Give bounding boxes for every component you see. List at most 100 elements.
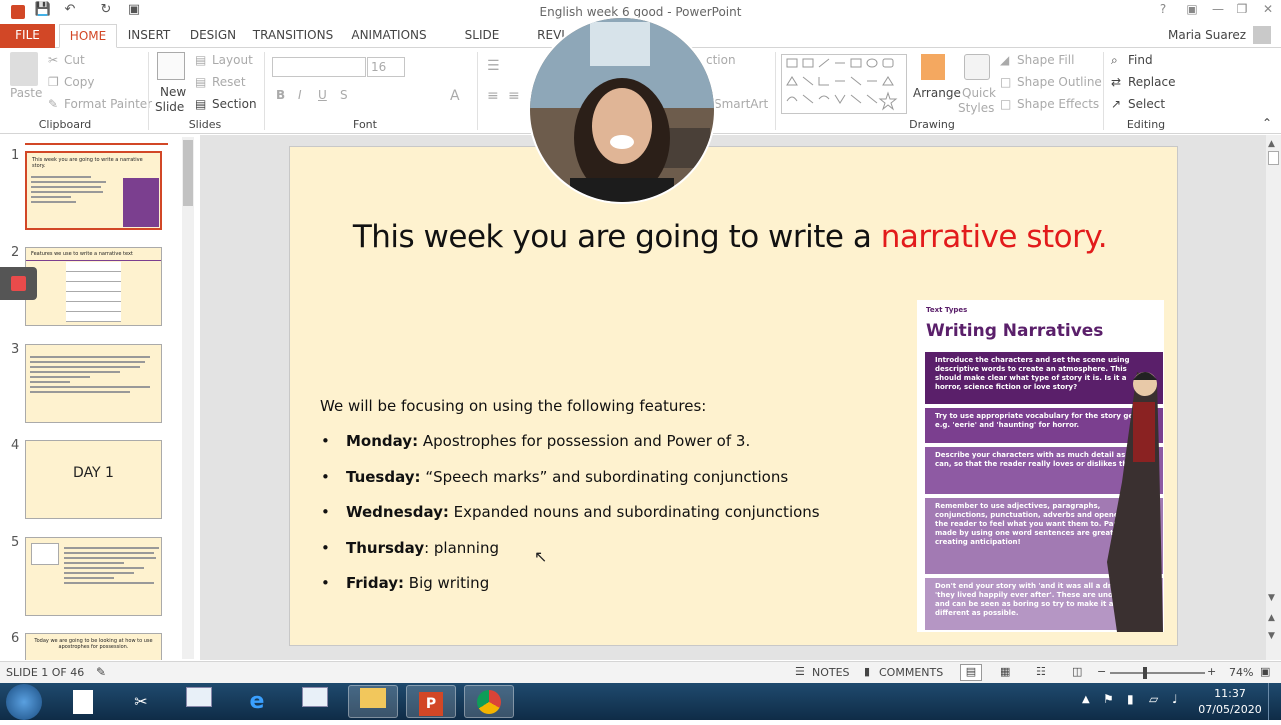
reading-view-icon[interactable]: ☷ — [1036, 665, 1046, 678]
slide-title[interactable]: This week you are going to write a narra… — [290, 219, 1170, 255]
slideshow-icon[interactable]: ◫ — [1072, 665, 1082, 678]
find-icon[interactable]: ⌕ — [1111, 53, 1118, 68]
new-slide-icon[interactable] — [157, 52, 185, 80]
replace-icon[interactable]: ⇄ — [1111, 75, 1121, 89]
zoom-in-icon[interactable]: + — [1207, 665, 1216, 678]
restore-icon[interactable]: ❐ — [1230, 2, 1254, 20]
thumbnail-scrollbar[interactable] — [182, 137, 194, 659]
normal-view-icon[interactable]: ▤ — [960, 664, 982, 681]
paste-icon[interactable] — [10, 52, 38, 86]
bullets-icon[interactable]: ☰ — [487, 58, 500, 74]
feature-item-tuesday[interactable]: Tuesday: “Speech marks” and subordinatin… — [346, 468, 788, 486]
taskbar-powerpoint-icon[interactable]: P — [406, 685, 456, 718]
convert-smartart-button[interactable]: SmartArt — [714, 97, 768, 111]
volume-icon[interactable]: ♩ — [1172, 692, 1178, 706]
align-left-icon[interactable]: ≡ — [487, 88, 499, 104]
tab-home[interactable]: HOME — [59, 24, 117, 48]
slide-thumbnail-1[interactable]: This week you are going to write a narra… — [25, 151, 162, 230]
close-icon[interactable]: ✕ — [1256, 2, 1280, 20]
slide-thumbnail-5[interactable] — [25, 537, 162, 616]
battery-icon[interactable]: ▮ — [1127, 692, 1134, 706]
zoom-slider-thumb[interactable] — [1143, 667, 1147, 679]
taskbar-snipping-icon[interactable]: ✂ — [116, 685, 166, 718]
slide-scrollbar[interactable]: ▲ ▼ ▲ ▼ — [1266, 135, 1281, 660]
collapse-ribbon-icon[interactable]: ⌃ — [1262, 116, 1272, 130]
quick-styles-label-2[interactable]: Styles — [958, 101, 994, 115]
taskbar-app2-icon[interactable] — [290, 685, 340, 718]
start-button[interactable] — [6, 684, 42, 720]
italic-button[interactable]: I — [298, 88, 302, 102]
tray-flag-icon[interactable]: ⚑ — [1103, 692, 1114, 706]
reset-button[interactable]: Reset — [212, 75, 246, 89]
taskbar-chrome-icon[interactable] — [464, 685, 514, 718]
clock-date[interactable]: 07/05/2020 — [1196, 703, 1264, 716]
shape-fill-icon[interactable]: ◢ — [1000, 53, 1009, 67]
taskbar-ie-icon[interactable]: e — [232, 685, 282, 718]
help-icon[interactable]: ? — [1151, 2, 1175, 20]
font-color-icon[interactable]: A — [450, 88, 460, 104]
section-button[interactable]: Section — [212, 97, 257, 111]
tab-transitions[interactable]: TRANSITIONS — [252, 24, 334, 48]
slide-thumbnail-2[interactable]: Features we use to write a narrative tex… — [25, 247, 162, 326]
shape-effects-icon[interactable]: □ — [1000, 97, 1011, 111]
new-slide-label-2[interactable]: Slide — [155, 100, 184, 114]
notes-button[interactable]: NOTES — [812, 666, 850, 679]
feature-item-wednesday[interactable]: Wednesday: Expanded nouns and subordinat… — [346, 503, 820, 521]
layout-icon[interactable]: ▤ — [195, 53, 206, 67]
slide-sorter-icon[interactable]: ▦ — [1000, 665, 1010, 678]
taskbar-file-icon[interactable] — [58, 685, 108, 718]
feature-item-thursday[interactable]: Thursday: planning — [346, 539, 499, 557]
shapes-gallery[interactable] — [781, 54, 907, 114]
quick-styles-icon[interactable] — [964, 54, 990, 80]
user-name[interactable]: Maria Suarez — [1168, 28, 1246, 42]
tab-slide-show[interactable]: SLIDE SHOW — [444, 24, 520, 64]
replace-button[interactable]: Replace — [1128, 75, 1175, 89]
slide-thumbnail-6[interactable]: Today we are going to be looking at how … — [25, 633, 162, 660]
shape-effects-button[interactable]: Shape Effects — [1017, 97, 1099, 111]
copy-icon[interactable]: ❐ — [48, 75, 59, 89]
previous-slide-icon[interactable]: ▲ — [1268, 613, 1275, 623]
cut-icon[interactable]: ✂ — [48, 53, 58, 67]
show-desktop-button[interactable] — [1268, 683, 1281, 720]
ribbon-display-icon[interactable]: ▣ — [1180, 2, 1204, 20]
new-slide-label-1[interactable]: New — [160, 85, 186, 99]
slide-thumbnail-4[interactable]: DAY 1 — [25, 440, 162, 519]
scroll-thumb[interactable] — [1268, 151, 1279, 165]
bold-button[interactable]: B — [276, 88, 285, 102]
slide-thumbnail-3[interactable] — [25, 344, 162, 423]
next-slide-icon[interactable]: ▼ — [1268, 631, 1275, 641]
scroll-up-icon[interactable]: ▲ — [1268, 139, 1275, 149]
zoom-slider[interactable] — [1110, 672, 1205, 674]
align-center-icon[interactable]: ≡ — [508, 88, 520, 104]
font-size-dropdown[interactable]: 16 — [367, 57, 405, 77]
tab-file[interactable]: FILE — [0, 24, 55, 48]
shadow-button[interactable]: S — [340, 88, 348, 102]
text-direction-button[interactable]: ction — [706, 53, 736, 67]
shape-fill-button[interactable]: Shape Fill — [1017, 53, 1074, 67]
reset-icon[interactable]: ▤ — [195, 75, 206, 89]
feature-item-friday[interactable]: Friday: Big writing — [346, 574, 489, 592]
stop-record-icon[interactable] — [11, 276, 26, 291]
writing-narratives-poster[interactable]: Text Types Writing Narratives Introduce … — [917, 300, 1164, 632]
scroll-down-icon[interactable]: ▼ — [1268, 593, 1275, 603]
cut-button[interactable]: Cut — [64, 53, 85, 67]
comments-icon[interactable]: ▮ — [864, 665, 870, 678]
select-icon[interactable]: ↗ — [1111, 97, 1121, 111]
tab-animations[interactable]: ANIMATIONS — [348, 24, 430, 48]
layout-button[interactable]: Layout — [212, 53, 253, 67]
format-painter-icon[interactable]: ✎ — [48, 97, 58, 111]
taskbar-explorer-icon[interactable] — [348, 685, 398, 718]
zoom-level[interactable]: 74% — [1229, 666, 1253, 679]
tab-design[interactable]: DESIGN — [185, 24, 241, 48]
zoom-out-icon[interactable]: − — [1097, 665, 1106, 678]
underline-button[interactable]: U — [318, 88, 327, 102]
copy-button[interactable]: Copy — [64, 75, 94, 89]
avatar[interactable] — [1253, 26, 1271, 44]
tab-insert[interactable]: INSERT — [122, 24, 176, 48]
network-icon[interactable]: ▱ — [1149, 692, 1158, 706]
arrange-button[interactable]: Arrange — [913, 86, 961, 100]
tray-expand-icon[interactable]: ▲ — [1082, 694, 1090, 705]
feature-item-monday[interactable]: Monday: Apostrophes for possession and P… — [346, 432, 750, 450]
arrange-icon[interactable] — [921, 54, 945, 80]
features-intro[interactable]: We will be focusing on using the followi… — [320, 397, 706, 415]
